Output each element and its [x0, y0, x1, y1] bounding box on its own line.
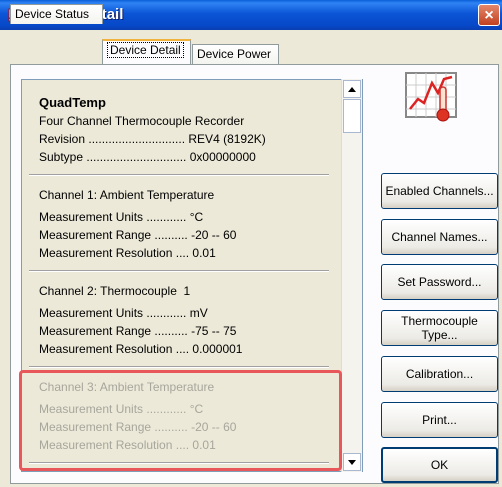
device-description: Four Channel Thermocouple Recorder	[39, 114, 245, 128]
scroll-thumb[interactable]	[343, 99, 361, 133]
tab-device-power[interactable]: Device Power	[192, 44, 279, 64]
vertical-scrollbar[interactable]	[341, 79, 362, 472]
channel-1-units: Measurement Units ............ °C	[39, 210, 204, 224]
enabled-channels-button[interactable]: Enabled Channels...	[381, 173, 498, 209]
channel-2-resolution: Measurement Resolution .... 0.000001	[39, 342, 243, 356]
chevron-down-icon	[348, 459, 356, 465]
device-name: QuadTemp	[39, 95, 106, 110]
button-label-line-1: Thermocouple	[401, 314, 478, 328]
channel-2-units: Measurement Units ............ mV	[39, 306, 208, 320]
channel-1-range: Measurement Range .......... -20 -- 60	[39, 228, 237, 242]
scroll-down-button[interactable]	[343, 453, 361, 471]
divider	[29, 174, 329, 176]
channel-2-title: Channel 2: Thermocouple 1	[39, 284, 191, 298]
button-label-line-2: Type...	[421, 328, 458, 342]
print-button[interactable]: Print...	[381, 402, 498, 438]
scroll-up-button[interactable]	[343, 80, 361, 98]
tab-label: Device Status	[15, 7, 90, 21]
close-button[interactable]: ×	[478, 4, 500, 26]
highlight-box	[19, 370, 342, 471]
subtype-row: Subtype .............................. 0…	[39, 150, 256, 164]
channel-names-button[interactable]: Channel Names...	[381, 219, 498, 255]
channel-1-resolution: Measurement Resolution .... 0.01	[39, 246, 216, 260]
channel-2-range: Measurement Range .......... -75 -- 75	[39, 324, 237, 338]
revision-row: Revision ............................. R…	[39, 132, 266, 146]
divider	[29, 366, 329, 368]
tab-device-detail[interactable]: Device Detail	[102, 39, 191, 64]
divider	[29, 270, 329, 272]
thermometer-chart-icon	[405, 72, 457, 122]
chevron-up-icon	[348, 86, 356, 92]
channel-1-title: Channel 1: Ambient Temperature	[39, 188, 215, 202]
set-password-button[interactable]: Set Password...	[381, 264, 498, 300]
tab-label: Device Detail	[107, 42, 184, 58]
tab-label: Device Power	[197, 47, 272, 61]
ok-button[interactable]: OK	[381, 447, 498, 483]
thermocouple-type-button[interactable]: Thermocouple Type...	[381, 310, 498, 346]
calibration-button[interactable]: Calibration...	[381, 356, 498, 392]
tab-device-status[interactable]: Device Status	[10, 4, 103, 24]
